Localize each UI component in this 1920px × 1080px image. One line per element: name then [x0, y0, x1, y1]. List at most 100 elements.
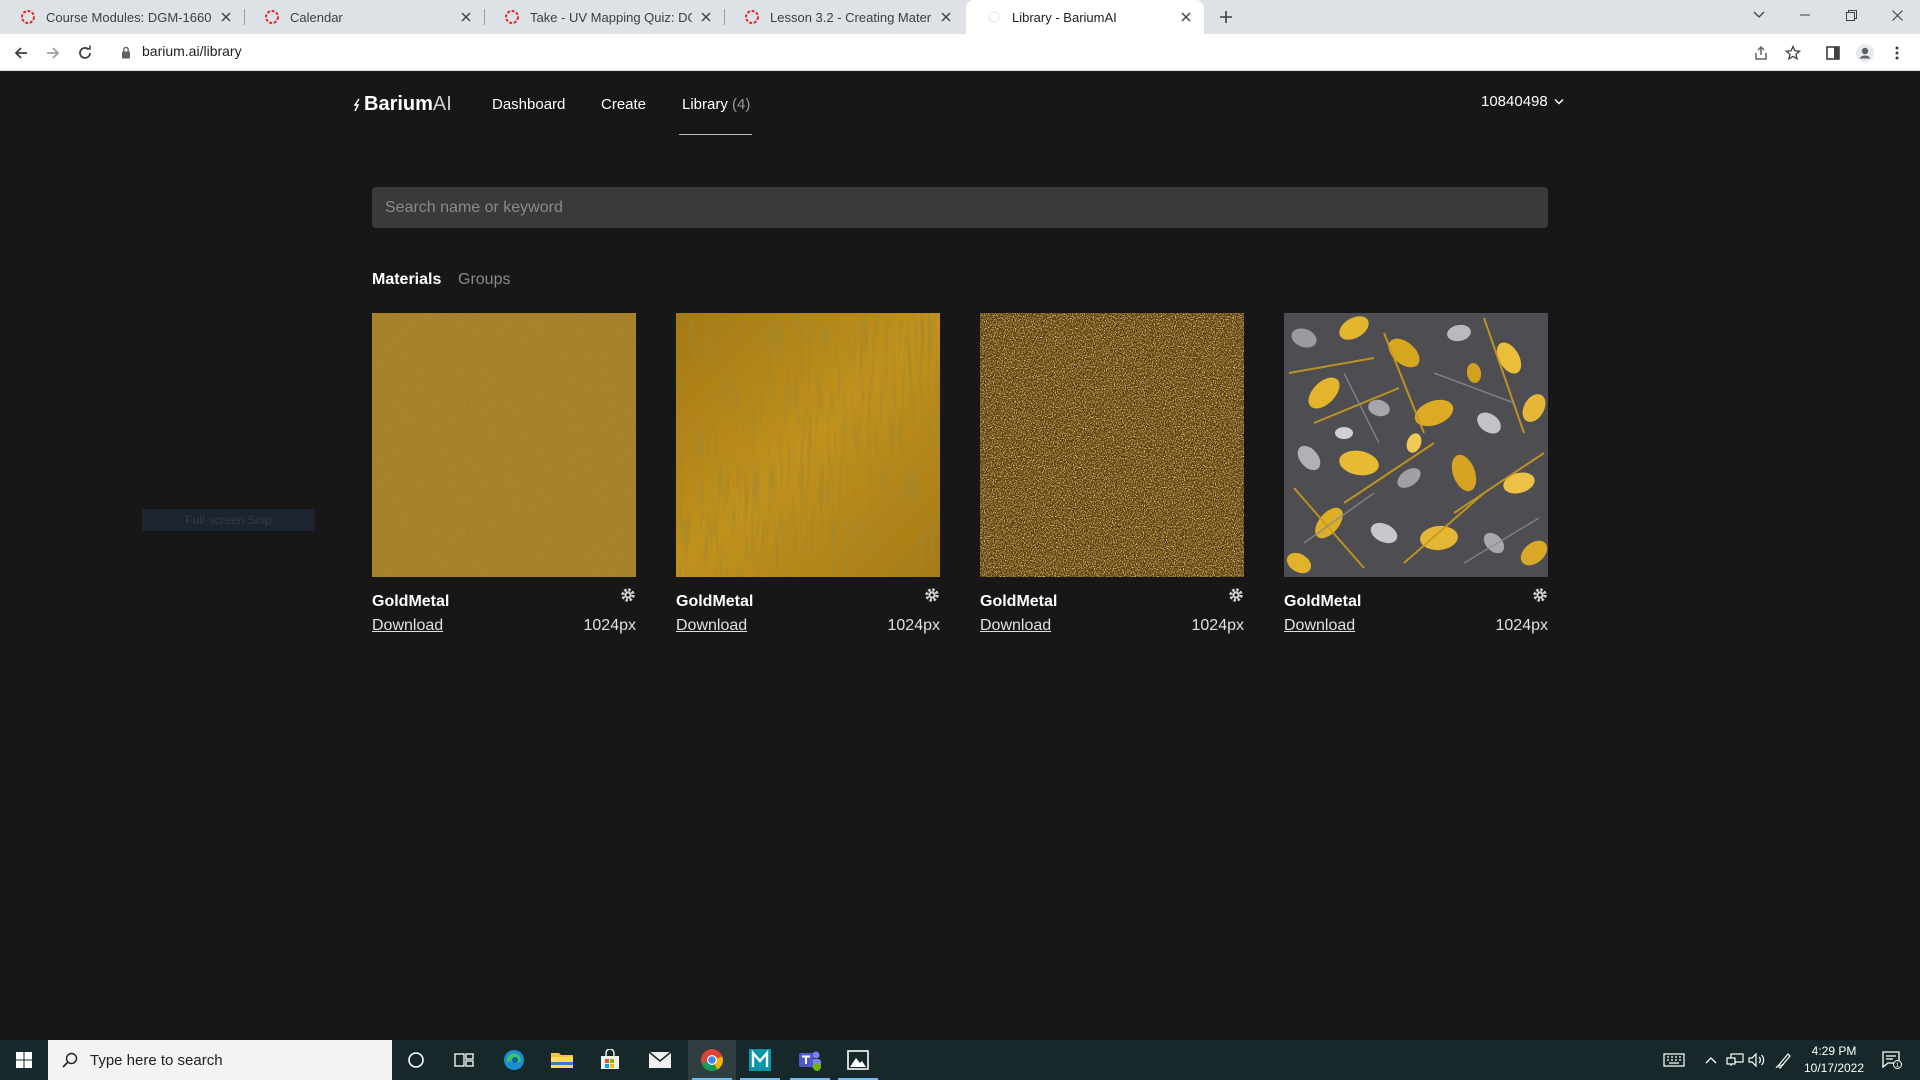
- canvas-favicon-icon: [21, 10, 35, 24]
- share-icon: [1755, 45, 1767, 60]
- canvas-favicon-icon: [745, 10, 759, 24]
- reload-button[interactable]: [72, 40, 98, 66]
- taskbar-clock[interactable]: 4:29 PM 10/17/2022: [1800, 1043, 1868, 1077]
- material-card: GoldMetal Download 1024px: [980, 313, 1244, 653]
- plus-icon: [1220, 11, 1232, 23]
- bariumai-logo[interactable]: Barium AI: [352, 93, 452, 116]
- share-button[interactable]: [1748, 40, 1774, 66]
- file-explorer-app[interactable]: [538, 1040, 586, 1080]
- kebab-menu-icon: [1895, 46, 1899, 60]
- store-app[interactable]: [586, 1040, 634, 1080]
- chevron-down-icon: [1554, 98, 1564, 105]
- touch-keyboard-button[interactable]: [1658, 1040, 1690, 1080]
- task-view-button[interactable]: [440, 1040, 488, 1080]
- minimize-icon: [1800, 14, 1810, 16]
- gear-icon[interactable]: [1228, 587, 1244, 603]
- side-panel-button[interactable]: [1820, 40, 1846, 66]
- chrome-icon: [701, 1049, 723, 1071]
- material-resolution: 1024px: [1495, 617, 1549, 634]
- cortana-button[interactable]: [392, 1040, 440, 1080]
- material-thumbnail[interactable]: [372, 313, 636, 577]
- browser-tab-lesson[interactable]: Lesson 3.2 - Creating Material M: [724, 0, 964, 34]
- star-icon: [1785, 45, 1801, 61]
- photos-mountain-icon: [847, 1050, 869, 1070]
- material-resolution: 1024px: [1191, 617, 1245, 634]
- arrow-left-icon: [14, 47, 27, 59]
- snip-overlay-label: Full-screen Snip: [142, 509, 315, 531]
- arrow-right-icon: [47, 47, 60, 59]
- tab-title: Course Modules: DGM-1660-001: [46, 9, 212, 25]
- logo-mark-icon: [353, 98, 360, 111]
- download-link[interactable]: Download: [676, 617, 747, 635]
- network-button[interactable]: [1724, 1040, 1746, 1080]
- material-thumbnail[interactable]: [980, 313, 1244, 577]
- bariumai-library-page: Barium AI Dashboard Create Library (4) 10…: [0, 71, 1920, 1040]
- material-thumbnail[interactable]: [676, 313, 940, 577]
- network-icon: [1726, 1053, 1744, 1066]
- taskbar-search[interactable]: Type here to search: [48, 1040, 392, 1080]
- close-tab-icon[interactable]: [698, 9, 714, 25]
- tab-title: Library - BariumAI: [1012, 9, 1117, 25]
- material-thumbnail[interactable]: [1284, 313, 1548, 577]
- browser-tab-library[interactable]: Library - BariumAI: [966, 0, 1204, 34]
- maya-app[interactable]: [736, 1040, 784, 1080]
- clock-time: 4:29 PM: [1811, 1044, 1857, 1058]
- material-name: GoldMetal: [980, 593, 1058, 610]
- user-id: 10840498: [1481, 93, 1548, 110]
- restore-button[interactable]: [1828, 0, 1874, 30]
- bookmark-button[interactable]: [1780, 40, 1806, 66]
- edge-app[interactable]: [490, 1040, 538, 1080]
- start-button[interactable]: [0, 1040, 48, 1080]
- windows-taskbar: Type here to search 4:29 PM 10/17/2022 1: [0, 1040, 1920, 1080]
- gold-brushed-streaks-texture: [676, 313, 940, 577]
- nav-library[interactable]: Library (4): [682, 96, 750, 113]
- close-tab-icon[interactable]: [218, 9, 234, 25]
- pen-workspace-button[interactable]: [1772, 1040, 1796, 1080]
- show-hidden-icons-button[interactable]: [1700, 1040, 1722, 1080]
- close-window-button[interactable]: [1874, 0, 1920, 30]
- material-name: GoldMetal: [1284, 593, 1362, 610]
- close-icon: [1891, 9, 1903, 21]
- gear-icon[interactable]: [1532, 587, 1548, 603]
- minimize-button[interactable]: [1782, 0, 1828, 30]
- gold-glitter-texture: [980, 313, 1244, 577]
- close-tab-icon[interactable]: [458, 9, 474, 25]
- gear-icon[interactable]: [620, 587, 636, 603]
- logo-text-bold: Barium: [364, 93, 433, 115]
- browser-tab-uv-quiz[interactable]: Take - UV Mapping Quiz: DGM-1660: [484, 0, 724, 34]
- nav-dashboard[interactable]: Dashboard: [492, 96, 565, 113]
- nav-create[interactable]: Create: [601, 96, 646, 113]
- gear-icon[interactable]: [924, 587, 940, 603]
- new-tab-button[interactable]: [1214, 5, 1238, 29]
- canvas-favicon-icon: [505, 10, 519, 24]
- download-link[interactable]: Download: [980, 617, 1051, 635]
- tab-search-button[interactable]: [1736, 0, 1782, 30]
- tab-title: Calendar: [290, 9, 343, 25]
- tab-materials[interactable]: Materials: [372, 271, 441, 289]
- store-bag-icon: [601, 1049, 619, 1069]
- browser-tab-course-modules[interactable]: Course Modules: DGM-1660-001: [0, 0, 244, 34]
- logo-text-thin: AI: [432, 93, 452, 115]
- profile-button[interactable]: [1852, 40, 1878, 66]
- browser-menu-button[interactable]: [1884, 40, 1910, 66]
- tab-groups[interactable]: Groups: [458, 271, 510, 289]
- back-button[interactable]: [8, 40, 34, 66]
- tab-title: Take - UV Mapping Quiz: DGM-1660: [530, 9, 692, 25]
- teams-app[interactable]: [786, 1040, 834, 1080]
- download-link[interactable]: Download: [1284, 617, 1355, 635]
- close-tab-icon[interactable]: [938, 9, 954, 25]
- search-input[interactable]: [372, 187, 1548, 228]
- lock-icon[interactable]: [121, 46, 131, 59]
- action-center-button[interactable]: 1: [1872, 1040, 1912, 1080]
- forward-button[interactable]: [40, 40, 66, 66]
- browser-tab-calendar[interactable]: Calendar: [244, 0, 484, 34]
- address-bar[interactable]: barium.ai/library: [142, 43, 242, 59]
- user-menu[interactable]: 10840498: [1481, 93, 1564, 110]
- volume-button[interactable]: [1746, 1040, 1768, 1080]
- close-tab-icon[interactable]: [1178, 9, 1194, 25]
- download-link[interactable]: Download: [372, 617, 443, 635]
- mail-app[interactable]: [636, 1040, 684, 1080]
- photos-app[interactable]: [834, 1040, 882, 1080]
- pen-icon: [1775, 1053, 1791, 1069]
- chrome-app[interactable]: [688, 1040, 736, 1080]
